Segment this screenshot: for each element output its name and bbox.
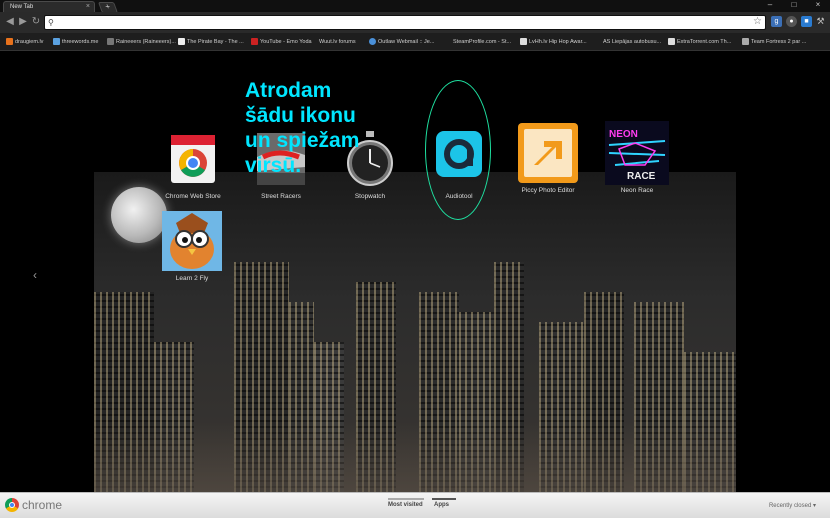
svg-text:RACE: RACE	[627, 171, 656, 182]
most-visited-indicator	[388, 498, 424, 500]
close-window-icon[interactable]: ×	[806, 0, 830, 10]
tab-title: New Tab	[10, 4, 34, 10]
bookmark-item[interactable]: Raineeers (Raineeers)...	[107, 37, 176, 47]
google-extension-icon[interactable]: g	[771, 16, 782, 27]
bookmark-item[interactable]: LvHh.lv Hip Hop Awar...	[520, 37, 587, 47]
omnibox[interactable]: ⚲ ☆	[44, 15, 766, 30]
learn-2-fly-icon	[160, 209, 224, 273]
app-label: Neon Race	[620, 187, 654, 194]
wrench-icon[interactable]: ⚒	[815, 16, 826, 27]
bookmark-item[interactable]: ExtraTorrent.com Th...	[668, 37, 731, 47]
bookmark-item[interactable]: The Pirate Bay - The ...	[178, 37, 244, 47]
footer-bar: chrome Most visited Apps Recently closed…	[0, 492, 830, 518]
app-label: Learn 2 Fly	[175, 275, 209, 282]
bookmark-item[interactable]: draugiem.lv	[6, 37, 43, 47]
bookmark-item[interactable]: Team Fortress 2 par ...	[742, 37, 806, 47]
toolbar: ◀ ▶ ↻ ⚲ ☆ g ● ■ ⚒	[0, 12, 830, 33]
annotation-text: Atrodam šādu ikonu un spiežam virsū.	[245, 79, 360, 177]
app-label: Piccy Photo Editor	[521, 187, 575, 194]
minimize-icon[interactable]: –	[758, 0, 782, 10]
forward-icon[interactable]: ▶	[17, 16, 29, 28]
title-bar: New Tab × + – □ ×	[0, 0, 830, 13]
neon-race-icon: NEON RACE	[605, 121, 669, 185]
app-label: Chrome Web Store	[165, 193, 221, 200]
close-tab-icon[interactable]: ×	[86, 2, 90, 12]
bookmark-item[interactable]: AS Liepājas autobusu...	[603, 37, 661, 47]
reload-icon[interactable]: ↻	[30, 16, 42, 28]
extension-icon[interactable]: ■	[801, 16, 812, 27]
bookmark-item[interactable]: Wuut.lv forums	[319, 37, 356, 47]
app-label: Street Racers	[261, 193, 301, 200]
chrome-logo-icon	[5, 498, 19, 512]
tab-new-tab[interactable]: New Tab ×	[3, 1, 95, 12]
highlight-oval	[425, 80, 491, 220]
recently-closed-menu[interactable]: Recently closed ▾	[769, 502, 816, 509]
bookmark-item[interactable]: Outlaw Webmail :: Je...	[369, 37, 434, 47]
bookmark-star-icon[interactable]: ☆	[753, 16, 762, 27]
app-neon-race[interactable]: NEON RACE Neon Race	[597, 121, 677, 194]
back-icon[interactable]: ◀	[4, 16, 16, 28]
bookmark-item[interactable]: YouTube - Emo Yoda	[251, 37, 312, 47]
tab-most-visited[interactable]: Most visited	[388, 502, 423, 508]
piccy-photo-editor-icon	[516, 121, 580, 185]
search-icon: ⚲	[48, 18, 54, 27]
maximize-icon[interactable]: □	[782, 0, 806, 10]
app-piccy-photo-editor[interactable]: Piccy Photo Editor	[508, 121, 588, 194]
app-chrome-web-store[interactable]: Chrome Web Store	[153, 127, 233, 200]
tab-apps[interactable]: Apps	[434, 502, 449, 508]
svg-text:NEON: NEON	[609, 129, 638, 140]
steam-extension-icon[interactable]: ●	[786, 16, 797, 27]
chrome-web-store-icon	[161, 127, 225, 191]
bookmark-item[interactable]: threewords.me	[53, 37, 98, 47]
bookmark-item[interactable]: SteamProfile.com - St...	[453, 37, 511, 47]
chrome-brand: chrome	[22, 498, 63, 512]
previous-page-arrow[interactable]: ‹	[33, 268, 37, 282]
app-label: Stopwatch	[354, 193, 386, 200]
bookmarks-bar: draugiem.lv threewords.me Raineeers (Rai…	[0, 33, 830, 51]
apps-indicator	[432, 498, 456, 500]
new-tab-page: ‹ Chrome Web Store Street Racers Stopwat…	[0, 51, 830, 492]
app-learn-2-fly[interactable]: Learn 2 Fly	[152, 209, 232, 282]
